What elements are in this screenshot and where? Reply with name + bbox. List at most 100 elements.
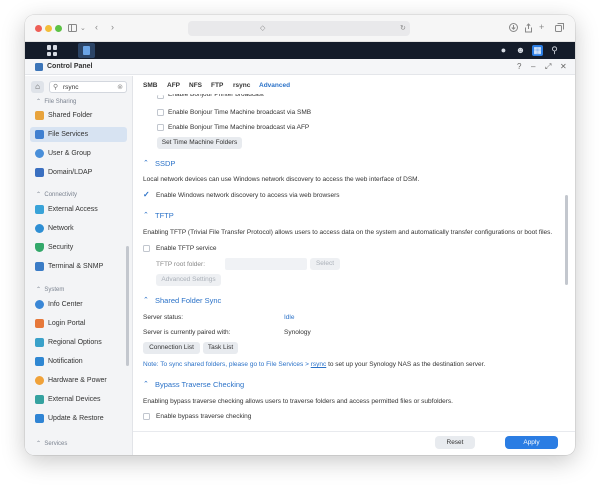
server-status-value[interactable]: Idle (284, 314, 294, 321)
chevron-up-icon[interactable]: ⌃ (143, 296, 149, 304)
widgets-icon[interactable]: ▦ (532, 45, 543, 56)
reset-button[interactable]: Reset (435, 436, 475, 449)
address-bar[interactable]: ◇ ↻ (188, 21, 410, 36)
main-scrollbar[interactable] (565, 195, 568, 285)
sidebar-item-info-center[interactable]: Info Center (30, 297, 127, 312)
chevron-up-icon[interactable]: ⌃ (143, 159, 149, 167)
section-title-tftp: TFTP (155, 211, 174, 220)
section-title-shared-folder-sync: Shared Folder Sync (155, 296, 222, 305)
reload-icon[interactable]: ↻ (400, 24, 406, 33)
zoom-window-dot[interactable] (55, 25, 62, 32)
minimize-icon[interactable]: – (531, 62, 535, 71)
help-icon[interactable]: ? (517, 62, 521, 71)
sidebar-item-hardware-power[interactable]: Hardware & Power (30, 373, 127, 388)
tftp-root-field[interactable] (225, 258, 307, 270)
bonjour-printer-checkbox[interactable] (157, 95, 164, 99)
connection-list-button[interactable]: Connection List (143, 342, 200, 354)
search-icon: ⚲ (53, 84, 59, 91)
tab-ftp[interactable]: FTP (211, 82, 223, 89)
sidebar-section-services[interactable]: ⌃ Services (36, 440, 67, 447)
tab-nfs[interactable]: NFS (189, 82, 202, 89)
sidebar-item-security[interactable]: Security (30, 240, 127, 255)
search-input[interactable] (63, 83, 115, 92)
home-icon[interactable]: ⌂ (31, 81, 44, 93)
tab-rsync[interactable]: rsync (233, 82, 250, 89)
search-field[interactable]: ⚲ ⊗ (49, 81, 127, 93)
new-tab-icon[interactable]: + (539, 23, 544, 32)
sidebar-item-terminal-snmp[interactable]: Terminal & SNMP (30, 259, 127, 274)
sidebar-toggle-icon[interactable] (68, 24, 77, 34)
sidebar-item-regional-options[interactable]: Regional Options (30, 335, 127, 350)
tab-advanced[interactable]: Advanced (259, 82, 290, 89)
minimize-window-dot[interactable] (45, 25, 52, 32)
chevron-up-icon[interactable]: ⌃ (143, 211, 149, 219)
server-status-label: Server status: (143, 314, 184, 321)
user-icon[interactable]: ☻ (515, 45, 526, 56)
section-title-ssdp: SSDP (155, 159, 176, 168)
sidebar-section-file-sharing[interactable]: ⌃ File Sharing (36, 98, 76, 105)
main-menu-icon[interactable] (47, 45, 58, 56)
control-panel-header: Control Panel ? – ⤢ ✕ (25, 59, 575, 75)
sidebar-item-network[interactable]: Network (30, 221, 127, 236)
tab-afp[interactable]: AFP (167, 82, 180, 89)
sidebar-item-shared-folder[interactable]: Shared Folder (30, 108, 127, 123)
shared-folder-icon (35, 111, 44, 120)
close-window-dot[interactable] (35, 25, 42, 32)
tftp-enable-checkbox[interactable] (143, 245, 150, 252)
notification-icon (35, 357, 44, 366)
sidebar-item-user-group[interactable]: User & Group (30, 146, 127, 161)
set-time-machine-folders-button[interactable]: Set Time Machine Folders (157, 137, 242, 149)
sidebar-section-system[interactable]: ⌃ System (36, 286, 64, 293)
apply-button[interactable]: Apply (505, 436, 558, 449)
tab-overview-icon[interactable] (555, 23, 564, 34)
chevron-down-icon[interactable]: ⌄ (80, 24, 86, 33)
login-portal-icon (35, 319, 44, 328)
external-devices-icon (35, 395, 44, 404)
update-restore-icon (35, 414, 44, 423)
sidebar-item-notification[interactable]: Notification (30, 354, 127, 369)
sidebar-item-domain-ldap[interactable]: Domain/LDAP (30, 165, 127, 180)
sidebar-section-connectivity[interactable]: ⌃ Connectivity (36, 191, 77, 198)
bonjour-tm-smb-label: Enable Bonjour Time Machine broadcast vi… (168, 109, 312, 116)
sidebar: ⌂ ⚲ ⊗ ⌃ File Sharing Shared Folder File … (25, 76, 133, 455)
dsm-taskbar: ● ☻ ▦ ⚲ (25, 42, 575, 59)
bonjour-tm-smb-checkbox[interactable] (157, 109, 164, 116)
clear-icon[interactable]: ⊗ (117, 83, 123, 91)
sidebar-item-login-portal[interactable]: Login Portal (30, 316, 127, 331)
task-list-button[interactable]: Task List (203, 342, 238, 354)
sidebar-item-external-devices[interactable]: External Devices (30, 392, 127, 407)
tftp-advanced-settings-button[interactable]: Advanced Settings (156, 274, 221, 286)
maximize-icon[interactable]: ⤢ (545, 62, 551, 72)
control-panel-taskbar-icon[interactable] (78, 43, 95, 58)
share-icon[interactable] (524, 23, 533, 35)
chevron-up-icon[interactable]: ⌃ (143, 380, 149, 388)
sidebar-item-update-restore[interactable]: Update & Restore (30, 411, 127, 426)
bonjour-tm-afp-label: Enable Bonjour Time Machine broadcast vi… (168, 124, 310, 131)
shield-icon: ◇ (260, 25, 266, 32)
rsync-link[interactable]: rsync (311, 361, 327, 368)
forward-icon[interactable]: › (111, 23, 114, 32)
tftp-select-button[interactable]: Select (310, 258, 340, 270)
bypass-checkbox[interactable] (143, 413, 150, 420)
ssdp-checkbox-checked[interactable]: ✓ (143, 190, 150, 199)
download-icon[interactable] (509, 23, 518, 34)
info-icon (35, 300, 44, 309)
tftp-enable-label: Enable TFTP service (156, 245, 217, 252)
browser-window: ⌄ ‹ › ◇ ↻ + ● ☻ ▦ ⚲ Control Panel ? – ⤢ … (25, 15, 575, 455)
chat-icon[interactable]: ● (498, 45, 509, 56)
tab-smb[interactable]: SMB (143, 82, 157, 89)
tftp-description: Enabling TFTP (Trivial File Transfer Pro… (143, 229, 553, 236)
search-icon[interactable]: ⚲ (549, 45, 560, 56)
section-title-bypass-traverse: Bypass Traverse Checking (155, 380, 245, 389)
sidebar-item-external-access[interactable]: External Access (30, 202, 127, 217)
sidebar-item-file-services[interactable]: File Services (30, 127, 127, 142)
sidebar-scrollbar[interactable] (126, 246, 129, 366)
network-icon (35, 224, 44, 233)
hardware-power-icon (35, 376, 44, 385)
bonjour-tm-afp-checkbox[interactable] (157, 124, 164, 131)
external-access-icon (35, 205, 44, 214)
browser-toolbar: ⌄ ‹ › ◇ ↻ + (25, 15, 575, 42)
security-icon (35, 243, 44, 252)
back-icon[interactable]: ‹ (95, 23, 98, 32)
close-icon[interactable]: ✕ (560, 62, 567, 71)
